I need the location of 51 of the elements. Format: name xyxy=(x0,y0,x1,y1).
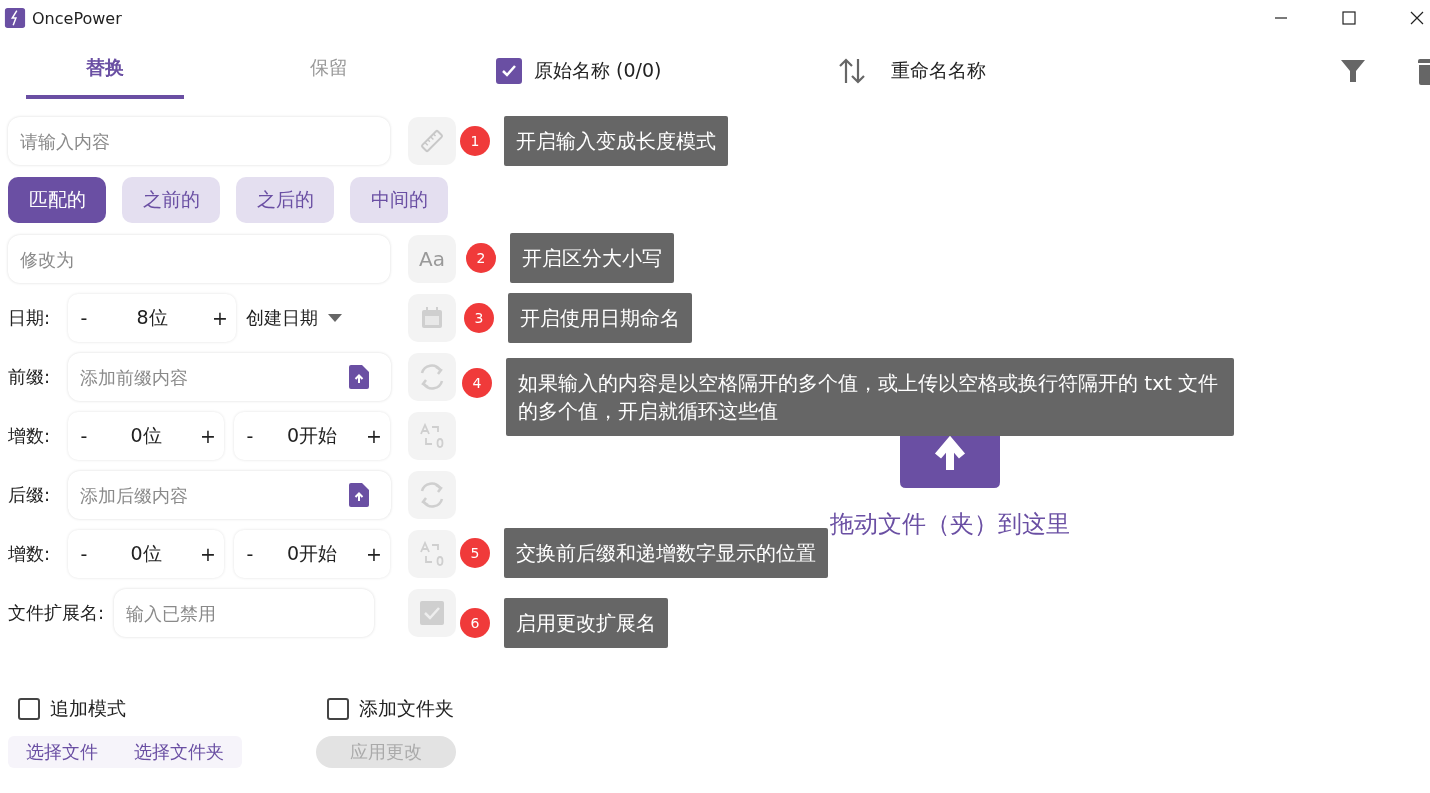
trash-icon[interactable] xyxy=(1416,57,1430,85)
tooltip: 启用更改扩展名 xyxy=(504,598,668,648)
window-title: OncePower xyxy=(32,8,122,28)
number-stepper[interactable]: - 0位 + xyxy=(68,412,224,460)
tooltip: 开启区分大小写 xyxy=(510,233,674,283)
number-badge: 6 xyxy=(460,608,490,638)
match-mode-button[interactable]: 匹配的 xyxy=(8,177,106,223)
close-icon[interactable] xyxy=(1410,11,1424,25)
select-button[interactable]: 选择文件夹 xyxy=(116,736,242,768)
number-stepper[interactable]: - 0开始 + xyxy=(234,530,390,578)
file-upload-icon[interactable] xyxy=(349,483,369,507)
number-badge: 3 xyxy=(464,303,494,333)
number-badge: 2 xyxy=(466,243,496,273)
match-mode-button[interactable]: 中间的 xyxy=(350,177,448,223)
match-mode-button[interactable]: 之后的 xyxy=(236,177,334,223)
date-stepper[interactable]: - 8位 + xyxy=(68,294,236,342)
tooltip: 开启使用日期命名 xyxy=(508,293,692,343)
number-badge: 1 xyxy=(460,126,490,156)
file-upload-icon[interactable] xyxy=(349,365,369,389)
date-source-dropdown[interactable]: 创建日期 xyxy=(246,306,342,330)
maximize-icon[interactable] xyxy=(1342,11,1356,25)
sort-icon[interactable] xyxy=(837,56,868,86)
number-stepper[interactable]: - 0开始 + xyxy=(234,412,390,460)
text-field[interactable]: 添加后缀内容 xyxy=(68,471,391,519)
tooltip: 交换前后缀和递增数字显示的位置 xyxy=(504,528,828,578)
caret-icon xyxy=(328,314,342,322)
text-field[interactable]: 添加前缀内容 xyxy=(68,353,391,401)
column-header: 重命名名称 xyxy=(891,58,987,83)
tooltip: 如果输入的内容是以空格隔开的多个值，或上传以空格或换行符隔开的 txt 文件的多个值，开启就循环这些值 xyxy=(506,358,1234,436)
tooltip: 开启输入变成长度模式 xyxy=(504,116,728,166)
drop-hint: 拖动文件（夹）到这里 xyxy=(830,509,1070,540)
app-logo-icon xyxy=(4,7,26,29)
field-label: 增数: xyxy=(8,424,52,448)
option-checkbox[interactable]: 添加文件夹 xyxy=(327,696,454,722)
field-label: 后缀: xyxy=(8,483,52,507)
filter-icon[interactable] xyxy=(1340,58,1366,84)
match-mode-button[interactable]: 之前的 xyxy=(122,177,220,223)
option-checkbox[interactable]: 追加模式 xyxy=(18,696,126,722)
checkbox-icon[interactable] xyxy=(408,589,456,637)
tab[interactable]: 替换 xyxy=(26,36,184,99)
number-badge: 5 xyxy=(460,538,490,568)
extension-label: 文件扩展名: xyxy=(8,601,105,625)
number-badge: 4 xyxy=(462,368,492,398)
date-label: 日期: xyxy=(8,306,52,330)
select-button[interactable]: 选择文件 xyxy=(8,736,116,768)
field-label: 增数: xyxy=(8,542,52,566)
search-field[interactable]: 请输入内容 xyxy=(8,117,390,165)
replace-field[interactable]: 修改为 xyxy=(8,235,390,283)
original-name-checkbox[interactable]: 原始名称 (0/0) xyxy=(496,58,662,84)
field-label: 前缀: xyxy=(8,365,52,389)
number-stepper[interactable]: - 0位 + xyxy=(68,530,224,578)
